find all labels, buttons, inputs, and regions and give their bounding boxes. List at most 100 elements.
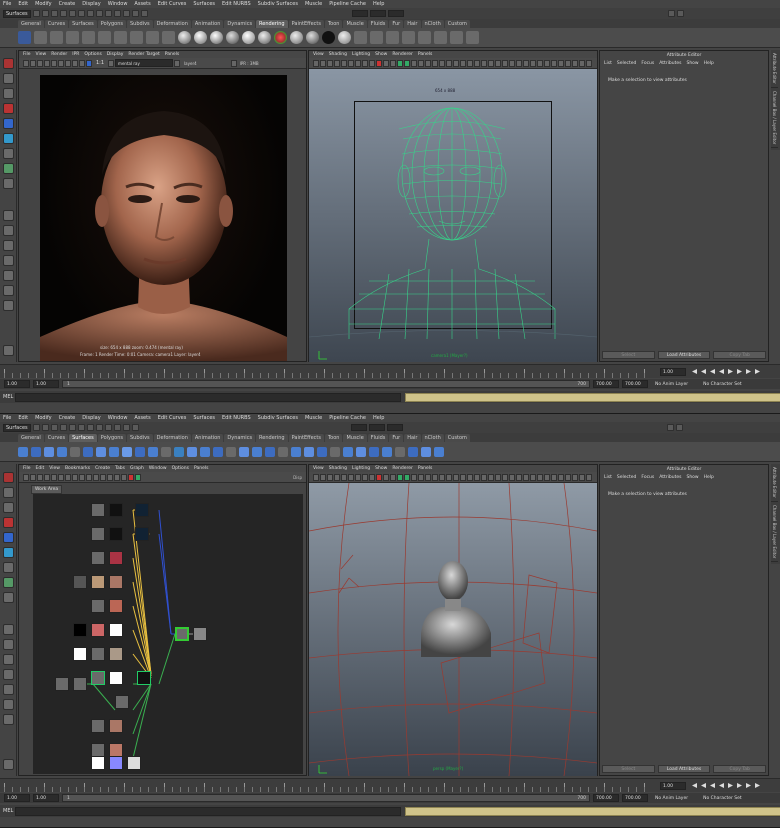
lambert-shader-icon[interactable] xyxy=(178,31,191,44)
layer-icon[interactable] xyxy=(174,59,181,67)
shelf-tab-2-painteffects[interactable]: PaintEffects xyxy=(288,434,324,442)
select-object-icon-2[interactable] xyxy=(68,424,76,431)
shelf-tab-fur[interactable]: Fur xyxy=(389,20,404,28)
select-component-icon-2[interactable] xyxy=(77,424,85,431)
soft-mod-icon-2[interactable] xyxy=(3,577,14,588)
pv-tool-20-icon[interactable] xyxy=(446,59,452,67)
file-texture-icon[interactable] xyxy=(370,31,383,44)
menu-file[interactable]: File xyxy=(3,1,11,7)
character-set-label-2[interactable]: No Character Set xyxy=(703,796,742,801)
place2d-node-10[interactable] xyxy=(115,695,129,709)
select-hierarchy-icon[interactable] xyxy=(59,10,67,17)
go-to-end-icon[interactable] xyxy=(755,369,760,374)
place2d-node-5[interactable] xyxy=(91,575,105,589)
color-mgmt-icon[interactable] xyxy=(86,59,92,67)
bump-node[interactable] xyxy=(135,503,149,517)
shader-ball-icon[interactable] xyxy=(306,31,319,44)
range-start-field[interactable]: 1.00 xyxy=(4,380,30,388)
load-attributes-button[interactable]: Load Attributes xyxy=(657,351,711,359)
pv2-tool-16-icon[interactable] xyxy=(418,473,424,481)
ae-menu-selected[interactable]: Selected xyxy=(617,61,637,66)
pv-tool-22-icon[interactable] xyxy=(460,59,466,67)
layout-outliner-icon[interactable] xyxy=(3,255,14,266)
pv2-tool-11-icon[interactable] xyxy=(383,473,389,481)
surface-tool-15-icon[interactable] xyxy=(200,446,210,457)
side-tab-attribute-editor-2[interactable]: Attribute Editor xyxy=(771,464,778,502)
pv2-tool-6-icon[interactable] xyxy=(348,473,354,481)
pv-tool-9-icon[interactable] xyxy=(369,59,375,67)
pv-tool-23-icon[interactable] xyxy=(467,59,473,67)
pv-tool-27-icon[interactable] xyxy=(495,59,501,67)
snap-grid-icon-2[interactable] xyxy=(86,424,94,431)
surface-tool-19-icon[interactable] xyxy=(252,446,262,457)
shelf-tab-2-fluids[interactable]: Fluids xyxy=(367,434,389,442)
use-background-shader-icon[interactable] xyxy=(338,31,351,44)
pv2-tool-21-icon[interactable] xyxy=(453,473,459,481)
pv2-tool-12-icon[interactable] xyxy=(390,473,396,481)
black-shader-icon[interactable] xyxy=(322,31,335,44)
place2d-node-9[interactable] xyxy=(55,677,69,691)
redo-render-icon[interactable] xyxy=(23,59,29,67)
surface-tool-16-icon[interactable] xyxy=(213,446,223,457)
pv2-tool-3-icon[interactable] xyxy=(327,473,333,481)
shelf-tab-2-curves[interactable]: Curves xyxy=(44,434,69,442)
play-backwards-icon[interactable] xyxy=(719,369,724,374)
shelf-tab-2-surfaces[interactable]: Surfaces xyxy=(69,434,97,442)
move-tool-icon-2[interactable] xyxy=(3,517,14,528)
pv-tool-12-icon[interactable] xyxy=(390,59,396,67)
material-node[interactable] xyxy=(175,627,189,641)
pv-tool-38-icon[interactable] xyxy=(572,59,578,67)
surface-tool-26-icon[interactable] xyxy=(343,446,353,457)
shelf-tab-hair[interactable]: Hair xyxy=(404,20,421,28)
pv-menu-renderer[interactable]: Renderer xyxy=(392,52,413,57)
surface-tool-11-icon[interactable] xyxy=(148,446,158,457)
pv2-tool-1-icon[interactable] xyxy=(313,473,319,481)
shelf-tab-2-ncloth[interactable]: nCloth xyxy=(421,434,444,442)
step-forward-icon-2[interactable] xyxy=(746,783,751,788)
select-button-2[interactable]: Select xyxy=(602,765,655,773)
new-scene-icon[interactable] xyxy=(32,10,40,17)
character-set-label[interactable]: No Character Set xyxy=(703,382,742,387)
ae-menu-focus[interactable]: Focus xyxy=(641,61,654,66)
pv-menu-lighting[interactable]: Lighting xyxy=(352,52,370,57)
menu-edit[interactable]: Edit xyxy=(18,1,28,7)
rv-menu-render[interactable]: Render xyxy=(51,52,67,57)
pv2-tool-19-icon[interactable] xyxy=(439,473,445,481)
playback-start-field-2[interactable]: 1.00 xyxy=(33,794,59,802)
phong-shader-icon[interactable] xyxy=(210,31,223,44)
white-texture-node-2[interactable] xyxy=(73,647,87,661)
last-tool-icon-2[interactable] xyxy=(3,592,14,603)
pv-tool-25-icon[interactable] xyxy=(481,59,487,67)
shelf-tab-2-rendering[interactable]: Rendering xyxy=(256,434,288,442)
menu-muscle[interactable]: Muscle xyxy=(305,1,322,7)
outliner-toggle-icon-2[interactable] xyxy=(3,759,14,770)
hs-graph-icon[interactable] xyxy=(135,473,141,481)
ae2-menu-focus[interactable]: Focus xyxy=(641,475,654,480)
pv-tool-31-icon[interactable] xyxy=(523,59,529,67)
surface-tool-8-icon[interactable] xyxy=(109,446,119,457)
hs-tool-14-icon[interactable] xyxy=(114,473,120,481)
pv-tool-11-icon[interactable] xyxy=(383,59,389,67)
render-frame-icon[interactable] xyxy=(122,10,130,17)
menu-muscle-2[interactable]: Muscle xyxy=(305,415,322,421)
light-area-icon[interactable] xyxy=(162,31,175,44)
white-texture-node-3[interactable] xyxy=(91,756,105,770)
snap-grid-icon[interactable] xyxy=(86,10,94,17)
outliner-toggle-icon[interactable] xyxy=(3,345,14,356)
pv2-tool-26-icon[interactable] xyxy=(488,473,494,481)
next-key-icon[interactable] xyxy=(737,369,742,374)
shelf-tab-animation[interactable]: Animation xyxy=(191,20,224,28)
pv-menu-panels[interactable]: Panels xyxy=(418,52,432,57)
layout-four-icon-2[interactable] xyxy=(3,639,14,650)
zoom-icon[interactable] xyxy=(108,59,115,67)
menu-modify[interactable]: Modify xyxy=(35,1,52,7)
current-frame-field-2[interactable]: 1.00 xyxy=(660,782,686,790)
pv2-tool-18-icon[interactable] xyxy=(432,473,438,481)
shelf-tab-subdivs[interactable]: Subdivs xyxy=(127,20,153,28)
surface-tool-3-icon[interactable] xyxy=(44,446,54,457)
menu-edit-2[interactable]: Edit xyxy=(18,415,28,421)
ae-menu-attributes[interactable]: Attributes xyxy=(659,61,681,66)
pv2-tool-31-icon[interactable] xyxy=(523,473,529,481)
render-frame-icon-2[interactable] xyxy=(122,424,130,431)
menu-window-2[interactable]: Window xyxy=(108,415,128,421)
